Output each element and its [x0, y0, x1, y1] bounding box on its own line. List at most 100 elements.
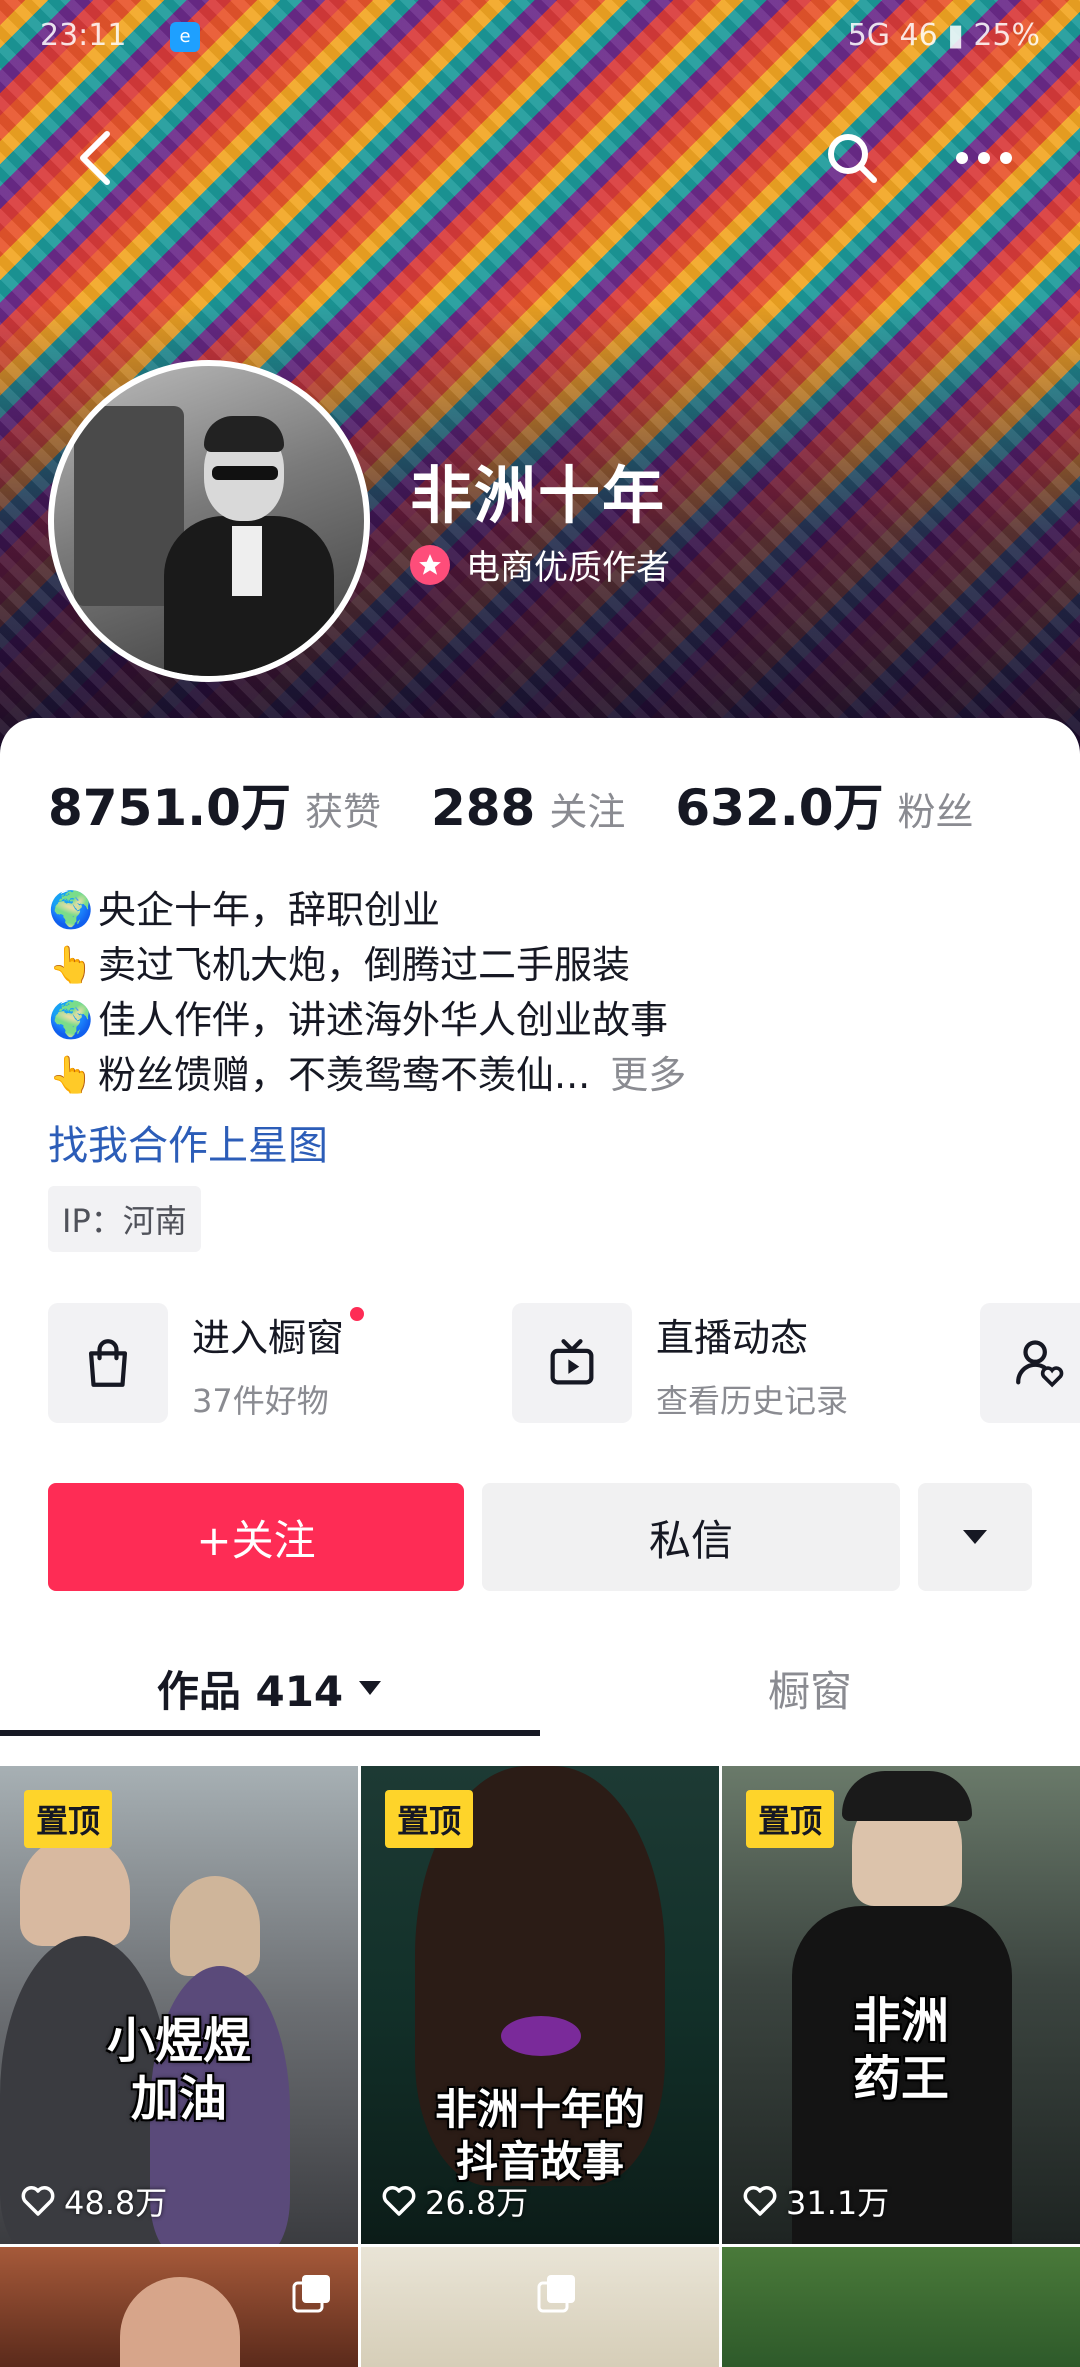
stat-likes[interactable]: 8751.0万 获赞	[48, 768, 381, 840]
video-thumbnail-lips	[501, 2016, 581, 2056]
tab-works[interactable]: 作品 414	[0, 1638, 540, 1738]
active-tab-indicator	[0, 1730, 540, 1736]
avatar-sunglasses	[212, 466, 278, 480]
showcase-entry[interactable]: 进入橱窗 37件好物	[48, 1303, 365, 1423]
avatar-hair	[204, 416, 284, 452]
creator-badge-label: 电商优质作者	[466, 548, 670, 588]
video-thumbnail-person	[20, 1836, 130, 1946]
pointing-up-icon: 👆	[48, 1055, 94, 1096]
stat-followers[interactable]: 632.0万 粉丝	[675, 768, 973, 840]
profile-bio[interactable]: 🌍 央企十年，辞职创业 👆 卖过飞机大炮，倒腾过二手服装 🌍 佳人作伴，讲述海外…	[48, 883, 687, 1103]
bio-line: 🌍 央企十年，辞职创业	[48, 883, 686, 938]
star-badge-icon	[410, 544, 450, 585]
status-bar: 23:11 e 5G 46 ▮ 25%	[0, 0, 1080, 70]
video-likes: 48.8万	[20, 2178, 167, 2224]
chevron-left-icon	[80, 131, 110, 185]
triangle-down-icon	[963, 1530, 987, 1544]
multi-image-icon	[537, 2275, 575, 2313]
tab-showcase-label: 橱窗	[767, 1666, 852, 1716]
search-button[interactable]	[812, 118, 892, 198]
video-caption: 非洲 药王	[722, 1992, 1080, 2108]
stat-followers-value: 632.0万	[675, 779, 884, 837]
video-caption-line: 非洲十年的	[434, 2085, 645, 2134]
stat-following-value: 288	[430, 779, 536, 837]
stat-followers-label: 粉丝	[897, 790, 974, 834]
app-notification-icon: e	[170, 22, 200, 52]
live-activity-subtitle: 查看历史记录	[656, 1382, 849, 1420]
tab-works-label: 作品 414	[156, 1666, 344, 1716]
video-likes: 31.1万	[742, 2178, 889, 2224]
video-caption-line: 非洲	[852, 1993, 949, 2049]
live-activity-title: 直播动态	[656, 1316, 809, 1360]
triangle-down-icon	[359, 1681, 382, 1695]
video-tile[interactable]: 置顶 非洲十年的 抖音故事 26.8万	[361, 1766, 719, 2244]
bio-line: 🌍 佳人作伴，讲述海外华人创业故事	[48, 993, 686, 1048]
tab-showcase[interactable]: 橱窗	[540, 1638, 1080, 1738]
multi-image-icon	[292, 2275, 330, 2313]
user-heart-icon	[980, 1303, 1080, 1423]
bio-more-link[interactable]: 更多	[610, 1048, 686, 1103]
video-thumbnail-person	[842, 1771, 972, 1821]
message-button[interactable]: 私信	[482, 1483, 900, 1591]
stat-likes-label: 获赞	[304, 790, 381, 834]
status-indicators: 5G 46 ▮ 25%	[847, 18, 1040, 53]
heart-outline-icon	[382, 2186, 416, 2216]
fan-group-entry[interactable]	[980, 1303, 1080, 1423]
video-caption-line: 加油	[130, 2071, 227, 2127]
pinned-tag: 置顶	[746, 1790, 835, 1848]
video-tile[interactable]: 置顶 非洲 药王 31.1万	[722, 1766, 1080, 2244]
back-button[interactable]	[55, 118, 135, 198]
more-dots-icon	[956, 152, 1012, 164]
video-likes-count: 48.8万	[64, 2184, 168, 2222]
video-thumbnail-person	[120, 2277, 240, 2367]
showcase-subtitle: 37件好物	[192, 1382, 329, 1420]
heart-outline-icon	[743, 2186, 777, 2216]
more-actions-button[interactable]	[918, 1483, 1032, 1591]
stat-following[interactable]: 288 关注	[431, 779, 625, 837]
video-caption: 非洲十年的 抖音故事	[361, 2084, 719, 2188]
more-options-button[interactable]	[944, 118, 1024, 198]
video-tile[interactable]	[0, 2247, 358, 2367]
pointing-up-icon: 👆	[48, 945, 94, 986]
video-caption-line: 小煜煜	[106, 2013, 251, 2069]
video-tile[interactable]: 置顶 小煜煜 加油 48.8万	[0, 1766, 358, 2244]
showcase-title-text: 进入橱窗	[192, 1316, 345, 1360]
pinned-tag: 置顶	[385, 1790, 474, 1848]
bio-line: 👆 卖过飞机大炮，倒腾过二手服装	[48, 938, 686, 993]
showcase-title: 进入橱窗	[192, 1307, 365, 1362]
stat-following-label: 关注	[549, 790, 626, 834]
video-likes: 26.8万	[381, 2178, 528, 2224]
notification-dot	[350, 1307, 365, 1321]
profile-name: 非洲十年	[410, 459, 667, 532]
video-caption: 小煜煜 加油	[0, 2012, 358, 2128]
avatar[interactable]	[48, 360, 370, 682]
video-thumbnail-person	[170, 1876, 260, 1976]
bio-line-text: 卖过飞机大炮，倒腾过二手服装	[98, 943, 631, 987]
pinned-tag: 置顶	[24, 1790, 113, 1848]
video-caption-line: 药王	[852, 2051, 949, 2107]
profile-stats: 8751.0万 获赞 288 关注 632.0万 粉丝	[48, 768, 1024, 840]
video-likes-count: 31.1万	[786, 2184, 890, 2222]
follow-button[interactable]: +关注	[48, 1483, 464, 1591]
profile-tabs: 作品 414 橱窗	[0, 1638, 1080, 1738]
avatar-shirt	[232, 526, 262, 596]
creator-badge[interactable]: 电商优质作者	[410, 540, 670, 589]
stat-likes-value: 8751.0万	[48, 779, 291, 837]
bio-line-text: 央企十年，辞职创业	[98, 888, 441, 932]
xingtu-cooperation-link[interactable]: 找我合作上星图	[48, 1113, 328, 1171]
ip-location-tag: IP：河南	[48, 1186, 201, 1252]
globe-icon: 🌍	[48, 1000, 94, 1041]
heart-outline-icon	[21, 2186, 55, 2216]
shopping-bag-icon	[48, 1303, 168, 1423]
live-activity-entry[interactable]: 直播动态 查看历史记录	[512, 1303, 848, 1423]
video-likes-count: 26.8万	[425, 2184, 529, 2222]
bio-line-text: 粉丝馈赠，不羡鸳鸯不羡仙...	[98, 1053, 591, 1097]
globe-icon: 🌍	[48, 890, 94, 931]
video-tile[interactable]	[361, 2247, 719, 2367]
search-icon	[828, 134, 877, 183]
video-tile[interactable]	[722, 2247, 1080, 2367]
bio-line: 👆 粉丝馈赠，不羡鸳鸯不羡仙... 更多	[48, 1048, 687, 1103]
status-time: 23:11	[40, 18, 127, 53]
live-tv-icon	[512, 1303, 632, 1423]
bio-line-text: 佳人作伴，讲述海外华人创业故事	[98, 998, 669, 1042]
